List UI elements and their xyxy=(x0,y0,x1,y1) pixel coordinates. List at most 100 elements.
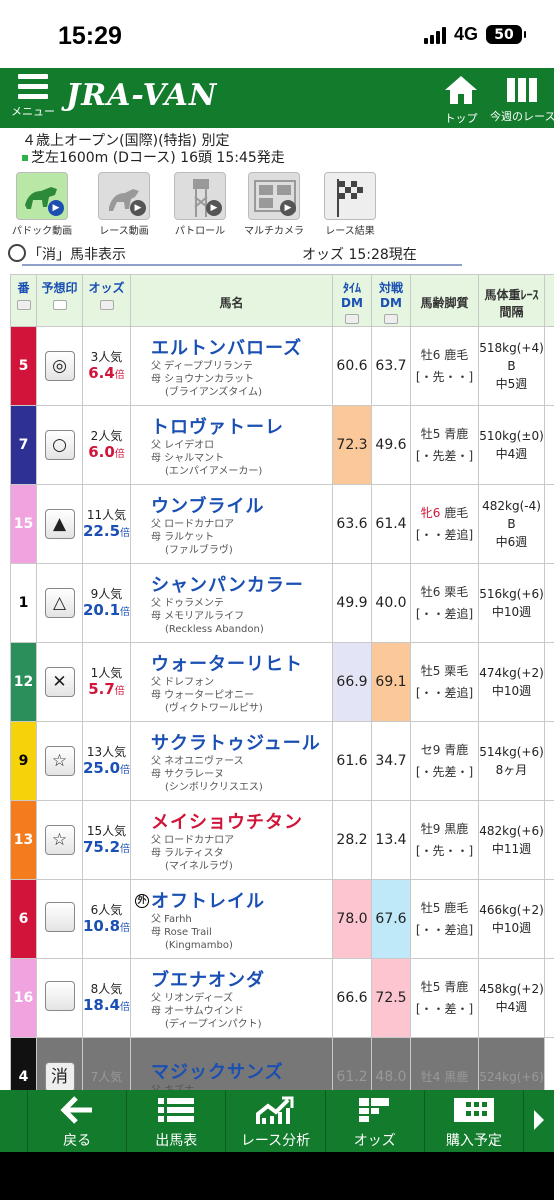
entry-table: 番 予想印 オッズ 馬名 ﾀｲﾑDM 対戦DM 馬齢脚質 馬体重ﾚｰｽ間隔 5 ◎… xyxy=(10,274,554,1090)
entry-row[interactable]: 12 ✕ 1人気 5.7倍 ウォーターリヒト父 ドレフォン母 ウォーターピオニー (ヴィク… xyxy=(10,642,554,722)
hide-scratched-checkbox[interactable] xyxy=(8,244,26,262)
odds-cell: 1人気 5.7倍 xyxy=(82,642,131,722)
entry-row[interactable]: 6 6人気 10.8倍外オフトレイル父 Farhh 母 Rose Trail (King… xyxy=(10,879,554,959)
entry-row[interactable]: 1 △ 9人気 20.1倍 シャンパンカラー父 ドゥラメンテ母 メモリアルライフ (Rec… xyxy=(10,563,554,643)
horse-name-link[interactable]: オフトレイル xyxy=(151,887,332,913)
prediction-mark-cell[interactable]: ☆ xyxy=(36,721,83,801)
horse-name-link[interactable]: サクラトゥジュール xyxy=(151,729,332,755)
prediction-mark-button[interactable] xyxy=(44,902,75,932)
horse-name-cell[interactable]: 外オフトレイル父 Farhh 母 Rose Trail (Kingmambo) xyxy=(130,879,333,959)
top-button[interactable]: トップ xyxy=(438,74,484,126)
horse-name-link[interactable]: エルトンバローズ xyxy=(151,334,332,360)
app-header: メニュー JRA-VAN トップ 今週のレース xyxy=(0,68,554,128)
prediction-mark-cell[interactable]: ▲ xyxy=(36,484,83,564)
this-week-races-button[interactable]: 今週のレース xyxy=(490,74,554,124)
prediction-mark-cell[interactable]: ◎ xyxy=(36,326,83,406)
prediction-mark-cell[interactable] xyxy=(36,958,83,1038)
dam-sire: (ブライアンズタイム) xyxy=(165,386,263,398)
col-header-mark[interactable]: 予想印 xyxy=(36,274,83,327)
scroll-gutter xyxy=(544,1037,554,1090)
horse-name-link[interactable]: ウンブライル xyxy=(151,492,332,518)
race-result-button[interactable]: レース結果 xyxy=(312,172,388,237)
col-header-time-dm[interactable]: ﾀｲﾑDM xyxy=(332,274,372,327)
prediction-mark-cell[interactable]: ✕ xyxy=(36,642,83,722)
time-dm: 60.6 xyxy=(332,326,372,406)
dam-sire: (Kingmambo) xyxy=(165,939,233,951)
prediction-mark-button[interactable]: △ xyxy=(44,588,75,618)
prediction-mark-button[interactable]: 消 xyxy=(44,1062,75,1090)
odds-button[interactable]: オッズ xyxy=(326,1090,425,1152)
back-button[interactable]: 戻る xyxy=(28,1090,128,1152)
entry-row[interactable]: 15 ▲ 11人気 22.5倍 ウンブライル父 ロードカナロア母 ラルケット (ファルブラ… xyxy=(10,484,554,564)
horse-name-cell[interactable]: ブエナオンダ父 リオンディーズ母 オーサムウインド (ディープインパクト) xyxy=(130,958,333,1038)
prediction-mark-cell[interactable]: 消 xyxy=(36,1037,83,1090)
bottom-nav: 戻る 出馬表 レース分析 オッズ 購入予定 xyxy=(0,1090,554,1152)
col-header-race-dm[interactable]: 対戦DM xyxy=(371,274,411,327)
body-weight: 482kg(-4) xyxy=(482,499,541,513)
age-line: 牡5 栗毛 xyxy=(411,660,478,682)
horse-name-link[interactable]: シャンパンカラー xyxy=(151,571,332,597)
dam-sire: (シンボリクリスエス) xyxy=(165,781,263,793)
nav-next-button[interactable] xyxy=(524,1090,554,1152)
running-style: [・先差・] xyxy=(415,449,474,463)
entry-row[interactable]: 7 ○ 2人気 6.0倍 トロヴァトーレ父 レイデオロ母 シャルマント (エンパイアメーカ… xyxy=(10,405,554,485)
prediction-mark-cell[interactable]: ○ xyxy=(36,405,83,485)
horse-name-cell[interactable]: ウォーターリヒト父 ドレフォン母 ウォーターピオニー (ヴィクトワールピサ) xyxy=(130,642,333,722)
horse-name-cell[interactable]: エルトンバローズ父 ディープブリランテ母 ショウナンカラット (ブライアンズタイム… xyxy=(130,326,333,406)
prediction-mark-cell[interactable]: △ xyxy=(36,563,83,643)
odds-value-line: 75.2倍 xyxy=(83,839,130,858)
horse-name-cell[interactable]: ウンブライル父 ロードカナロア母 ラルケット (ファルブラヴ) xyxy=(130,484,333,564)
horse-name-link[interactable]: ウォーターリヒト xyxy=(151,650,332,676)
col-header-num[interactable]: 番 xyxy=(10,274,37,327)
prediction-mark-button[interactable]: ◎ xyxy=(44,351,75,381)
foreign-horse-badge: 外 xyxy=(135,894,149,908)
chart-icon xyxy=(226,1096,324,1124)
ticket-icon xyxy=(425,1096,523,1124)
horse-name-cell[interactable]: マジックサンズ父 キズナ xyxy=(130,1037,333,1090)
odds-value-line: 5.7倍 xyxy=(83,681,130,700)
sex-age: 牡6 xyxy=(420,585,441,599)
horse-name-link[interactable]: マジックサンズ xyxy=(151,1058,332,1084)
entry-row[interactable]: 16 8人気 18.4倍 ブエナオンダ父 リオンディーズ母 オーサムウインド (ディープ… xyxy=(10,958,554,1038)
prediction-mark-button[interactable]: ☆ xyxy=(44,825,75,855)
purchase-plan-button[interactable]: 購入予定 xyxy=(425,1090,525,1152)
patrol-button[interactable]: ▶ パトロール xyxy=(162,172,238,237)
prediction-mark-button[interactable]: ✕ xyxy=(44,667,75,697)
horse-name-link[interactable]: トロヴァトーレ xyxy=(151,413,332,439)
odds-unit: 倍 xyxy=(120,527,131,539)
horse-name-link[interactable]: メイショウチタン xyxy=(151,808,332,834)
multi-camera-button[interactable]: ▶ マルチカメラ xyxy=(236,172,312,237)
horse-name-cell[interactable]: シャンパンカラー父 ドゥラメンテ母 メモリアルライフ (Reckless Aban… xyxy=(130,563,333,643)
col-header-time-dm-label: ﾀｲﾑDM xyxy=(341,281,363,310)
running-style: [・・差追] xyxy=(415,607,474,621)
odds-value-line: 6.4倍 xyxy=(83,365,130,384)
odds-cell: 3人気 6.4倍 xyxy=(82,326,131,406)
prediction-mark-button[interactable]: ☆ xyxy=(44,746,75,776)
prediction-mark-button[interactable]: ▲ xyxy=(44,509,75,539)
entry-row[interactable]: 4 消 7人気 マジックサンズ父 キズナ 61.2 48.0 牡4 黒鹿 524kg(+6) xyxy=(10,1037,554,1090)
entry-row[interactable]: 13 ☆ 15人気 75.2倍 メイショウチタン父 ロードカナロア母 ラルティスタ (マイ… xyxy=(10,800,554,880)
menu-button[interactable]: メニュー xyxy=(10,74,56,119)
race-card-button[interactable]: 出馬表 xyxy=(127,1090,227,1152)
sex-age: 牝6 xyxy=(420,506,441,520)
prediction-mark-button[interactable]: ○ xyxy=(44,430,75,460)
horse-name-cell[interactable]: メイショウチタン父 ロードカナロア母 ラルティスタ (マイネルラヴ) xyxy=(130,800,333,880)
horse-name-cell[interactable]: トロヴァトーレ父 レイデオロ母 シャルマント (エンパイアメーカー) xyxy=(130,405,333,485)
horse-name-link[interactable]: ブエナオンダ xyxy=(151,966,332,992)
patrol-icon: ▶ xyxy=(174,172,226,220)
race-video-button[interactable]: ▶ レース動画 xyxy=(86,172,162,237)
col-header-odds[interactable]: オッズ xyxy=(82,274,131,327)
age-line: 牡5 青鹿 xyxy=(411,976,478,998)
race-analysis-button[interactable]: レース分析 xyxy=(226,1090,326,1152)
prediction-mark-button[interactable] xyxy=(44,981,75,1011)
dam-sire: (マイネルラヴ) xyxy=(165,860,233,872)
race-interval: 中4週 xyxy=(495,447,528,461)
entry-row[interactable]: 5 ◎ 3人気 6.4倍 エルトンバローズ父 ディープブリランテ母 ショウナンカラット(… xyxy=(10,326,554,406)
prediction-mark-cell[interactable] xyxy=(36,879,83,959)
dam: 母 オーサムウインド xyxy=(151,1005,244,1017)
horse-name-cell[interactable]: サクラトゥジュール父 ネオユニヴァース母 サクラレーヌ (シンボリクリスエス) xyxy=(130,721,333,801)
paddock-video-button[interactable]: ▶ パドック動画 xyxy=(4,172,80,237)
prediction-mark-cell[interactable]: ☆ xyxy=(36,800,83,880)
coat-color: 栗毛 xyxy=(444,664,469,678)
entry-row[interactable]: 9 ☆ 13人気 25.0倍 サクラトゥジュール父 ネオユニヴァース母 サクラレーヌ (シ… xyxy=(10,721,554,801)
